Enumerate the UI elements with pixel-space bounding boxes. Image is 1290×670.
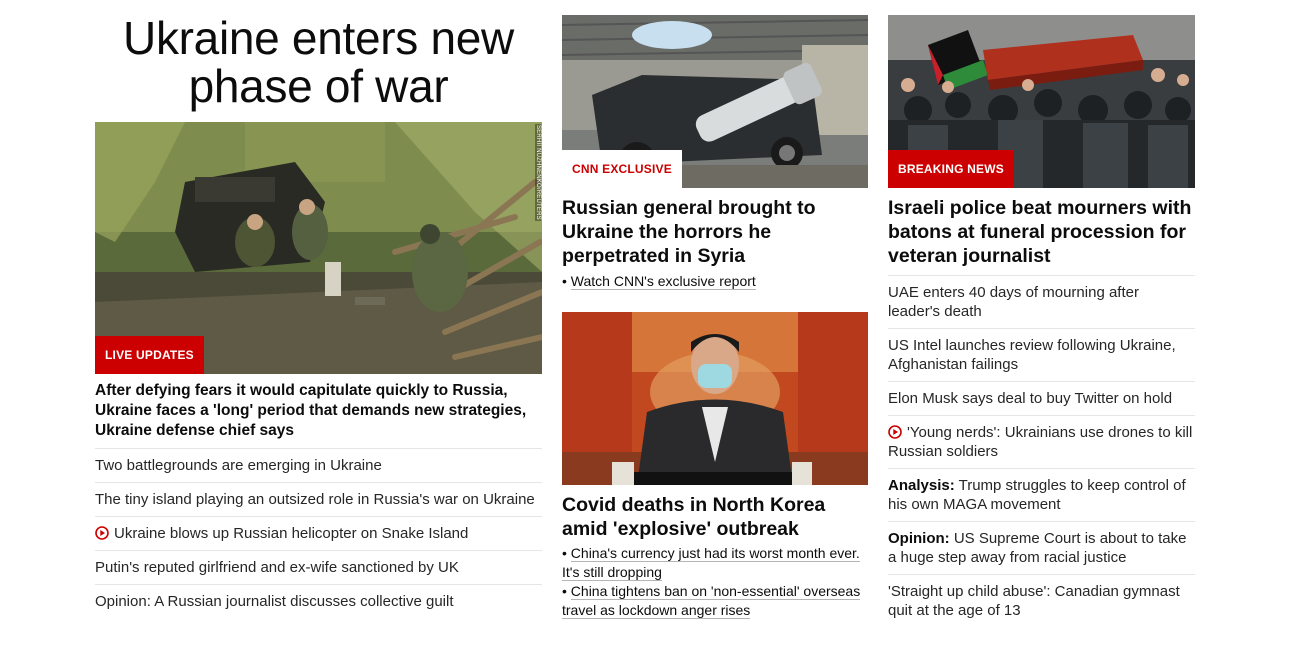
related-link[interactable]: UAE enters 40 days of mourning after lea…: [888, 275, 1195, 328]
story-image-funeral[interactable]: BREAKING NEWS: [888, 15, 1195, 188]
column-middle: CNN EXCLUSIVE Russian general brought to…: [562, 0, 868, 620]
analysis-label: Analysis:: [888, 477, 955, 494]
russian-general-title[interactable]: Russian general brought to Ukraine the h…: [562, 196, 868, 268]
breaking-news-badge[interactable]: BREAKING NEWS: [888, 150, 1014, 188]
covid-north-korea-title[interactable]: Covid deaths in North Korea amid 'explos…: [562, 493, 868, 541]
lead-story-title[interactable]: After defying fears it would capitulate …: [95, 381, 542, 441]
main-headline[interactable]: Ukraine enters new phase of war: [95, 14, 542, 110]
watch-report-link[interactable]: • Watch CNN's exclusive report: [562, 272, 868, 291]
ukraine-related-links: Two battlegrounds are emerging in Ukrain…: [95, 448, 542, 618]
cnn-exclusive-badge[interactable]: CNN EXCLUSIVE: [562, 150, 682, 188]
live-updates-badge[interactable]: LIVE UPDATES: [95, 336, 204, 374]
right-related-links: UAE enters 40 days of mourning after lea…: [888, 275, 1195, 627]
related-link[interactable]: Elon Musk says deal to buy Twitter on ho…: [888, 381, 1195, 415]
related-link[interactable]: Two battlegrounds are emerging in Ukrain…: [95, 448, 542, 482]
main-headline-line1[interactable]: Ukraine enters new: [95, 14, 542, 62]
north-korea-photo: [562, 312, 868, 485]
play-circle-icon: [95, 526, 109, 540]
related-link[interactable]: The tiny island playing an outsized role…: [95, 482, 542, 516]
related-link-video[interactable]: 'Young nerds': Ukrainians use drones to …: [888, 415, 1195, 468]
related-link[interactable]: Analysis: Trump struggles to keep contro…: [888, 468, 1195, 521]
related-link[interactable]: Opinion: US Supreme Court is about to ta…: [888, 521, 1195, 574]
photo-credit: SERHII NUZHNENKO/REUTERS: [535, 124, 541, 221]
play-circle-icon: [888, 425, 902, 439]
related-link[interactable]: Putin's reputed girlfriend and ex-wife s…: [95, 550, 542, 584]
opinion-label: Opinion:: [888, 530, 950, 547]
column-ukraine: Ukraine enters new phase of war SERHII N…: [95, 0, 542, 618]
china-currency-link[interactable]: • China's currency just had its worst mo…: [562, 544, 868, 582]
israeli-police-title[interactable]: Israeli police beat mourners with batons…: [888, 196, 1195, 268]
column-right: BREAKING NEWS Israeli police beat mourne…: [888, 0, 1195, 627]
related-link-video[interactable]: Ukraine blows up Russian helicopter on S…: [95, 516, 542, 550]
main-headline-line2[interactable]: phase of war: [95, 62, 542, 110]
related-link[interactable]: US Intel launches review following Ukrai…: [888, 328, 1195, 381]
lead-image-soldiers[interactable]: SERHII NUZHNENKO/REUTERS LIVE UPDATES: [95, 122, 542, 374]
related-link[interactable]: Opinion: A Russian journalist discusses …: [95, 584, 542, 618]
related-link[interactable]: 'Straight up child abuse': Canadian gymn…: [888, 574, 1195, 627]
china-travel-ban-link[interactable]: • China tightens ban on 'non-essential' …: [562, 582, 868, 620]
story-image-missile[interactable]: CNN EXCLUSIVE: [562, 15, 868, 188]
story-image-kim[interactable]: [562, 312, 868, 485]
